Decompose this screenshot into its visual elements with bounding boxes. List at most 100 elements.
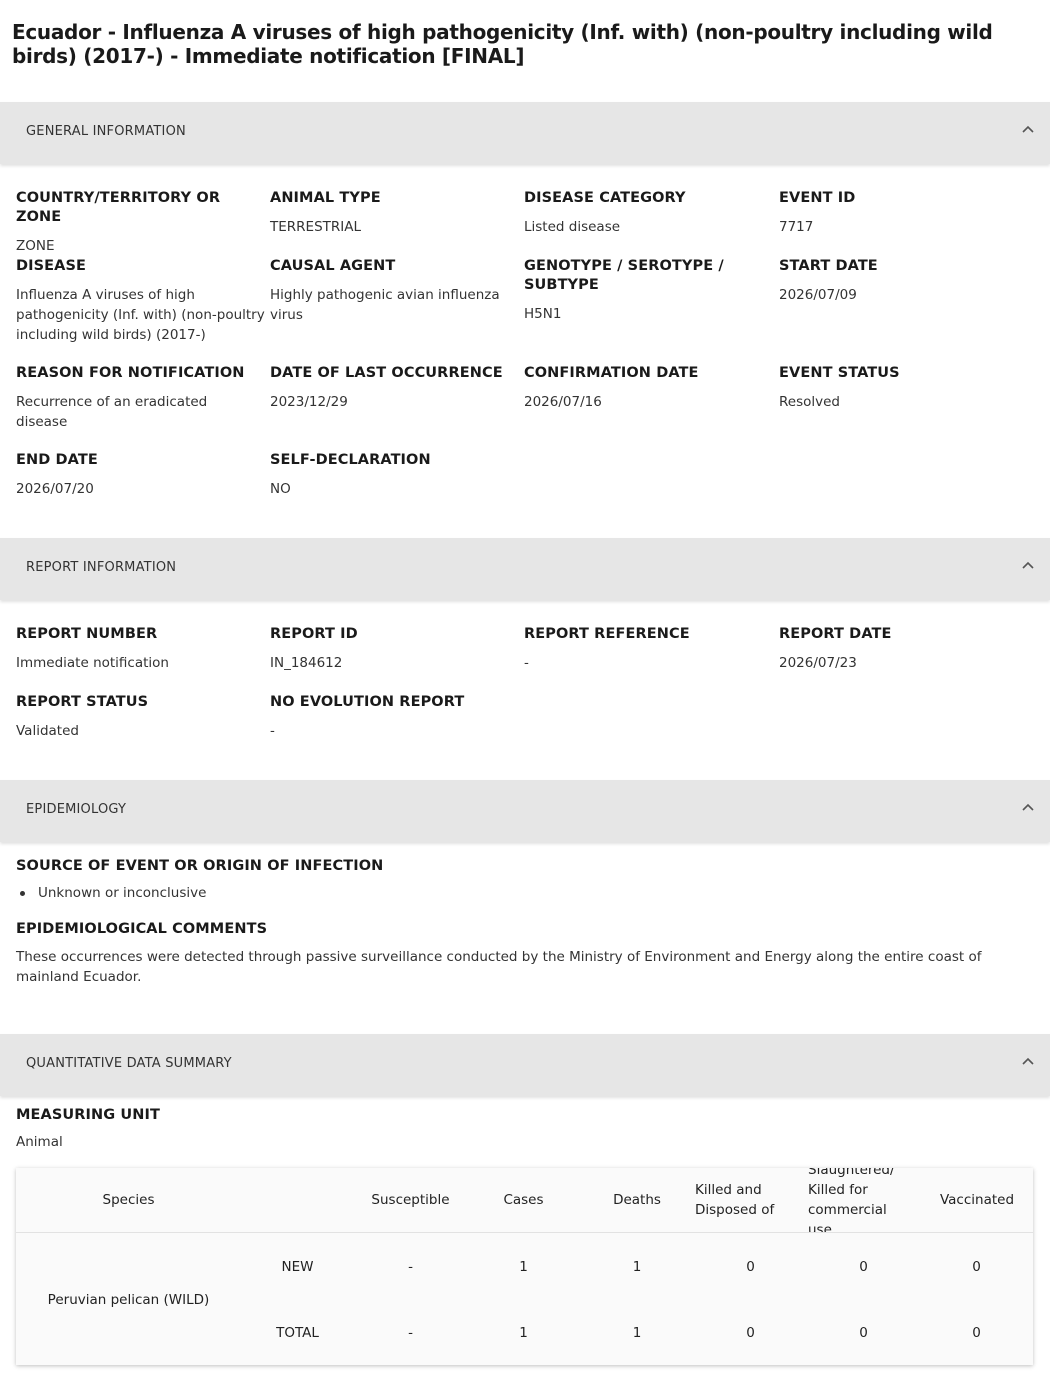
column-header-killed-disposed: Killed and Disposed of bbox=[695, 1182, 775, 1218]
field-label: SELF-DECLARATION bbox=[270, 452, 431, 468]
slaughtered-cell: 0 bbox=[859, 1259, 868, 1275]
field-label: END DATE bbox=[16, 452, 98, 468]
section-header-quantitative-data-summary[interactable]: QUANTITATIVE DATA SUMMARY bbox=[0, 1034, 1050, 1096]
column-header-cases: Cases bbox=[503, 1192, 544, 1208]
field-value: 7717 bbox=[779, 219, 814, 235]
field-label: REPORT DATE bbox=[779, 626, 892, 642]
field-label: EVENT ID bbox=[779, 190, 856, 206]
field-label: REPORT STATUS bbox=[16, 694, 149, 710]
column-header-species: Species bbox=[102, 1192, 155, 1208]
field-label: DATE OF LAST OCCURRENCE bbox=[270, 365, 503, 381]
cases-cell: 1 bbox=[519, 1325, 528, 1341]
field-no-evolution-report: NO EVOLUTION REPORT - bbox=[270, 693, 520, 741]
field-self-declaration: SELF-DECLARATION NO bbox=[270, 451, 520, 499]
field-label: NO EVOLUTION REPORT bbox=[270, 694, 465, 710]
field-label: REPORT NUMBER bbox=[16, 626, 158, 642]
section-header-general-information[interactable]: GENERAL INFORMATION bbox=[0, 102, 1050, 164]
field-report-id: REPORT ID IN_184612 bbox=[270, 625, 520, 673]
column-header-slaughtered: Slaughtered/ Killed for commercial use bbox=[808, 1168, 895, 1232]
field-value: Listed disease bbox=[524, 219, 621, 235]
header-divider bbox=[16, 1232, 1033, 1233]
slaughtered-cell: 0 bbox=[859, 1325, 868, 1341]
field-end-date: END DATE 2026/07/20 bbox=[16, 451, 266, 499]
killed-cell: 0 bbox=[746, 1325, 755, 1341]
field-event-status: EVENT STATUS Resolved bbox=[779, 364, 1029, 412]
field-label: DISEASE CATEGORY bbox=[524, 190, 686, 206]
field-label: GENOTYPE / SEROTYPE / SUBTYPE bbox=[524, 258, 724, 293]
field-event-id: EVENT ID 7717 bbox=[779, 189, 1029, 237]
field-causal-agent: CAUSAL AGENT Highly pathogenic avian inf… bbox=[270, 257, 520, 325]
vaccinated-cell: 0 bbox=[972, 1325, 981, 1341]
field-label: REPORT ID bbox=[270, 626, 358, 642]
field-start-date: START DATE 2026/07/09 bbox=[779, 257, 1029, 305]
chevron-up-icon[interactable] bbox=[1020, 122, 1036, 138]
field-label: REASON FOR NOTIFICATION bbox=[16, 365, 245, 381]
field-value: ZONE bbox=[16, 238, 55, 254]
section-title: GENERAL INFORMATION bbox=[26, 124, 186, 139]
field-label: ANIMAL TYPE bbox=[270, 190, 381, 206]
field-country: COUNTRY/TERRITORY OR ZONE ZONE bbox=[16, 189, 266, 256]
row-type-cell: TOTAL bbox=[276, 1325, 319, 1341]
field-value: IN_184612 bbox=[270, 655, 343, 671]
field-label: DISEASE bbox=[16, 258, 87, 274]
field-label: CAUSAL AGENT bbox=[270, 258, 396, 274]
vaccinated-cell: 0 bbox=[972, 1259, 981, 1275]
killed-cell: 0 bbox=[746, 1259, 755, 1275]
column-header-vaccinated: Vaccinated bbox=[939, 1192, 1015, 1208]
epidemiological-comments-label: EPIDEMIOLOGICAL COMMENTS bbox=[16, 921, 268, 937]
field-label: START DATE bbox=[779, 258, 878, 274]
row-type-cell: NEW bbox=[281, 1259, 314, 1275]
measuring-unit-value: Animal bbox=[16, 1134, 63, 1150]
field-confirmation-date: CONFIRMATION DATE 2026/07/16 bbox=[524, 364, 774, 412]
field-value: H5N1 bbox=[524, 306, 562, 322]
field-value: NO bbox=[270, 481, 291, 497]
field-value: 2026/07/20 bbox=[16, 481, 94, 497]
deaths-cell: 1 bbox=[632, 1325, 642, 1341]
field-report-date: REPORT DATE 2026/07/23 bbox=[779, 625, 1029, 673]
measuring-unit-label: MEASURING UNIT bbox=[16, 1107, 161, 1123]
field-label: CONFIRMATION DATE bbox=[524, 365, 699, 381]
field-report-status: REPORT STATUS Validated bbox=[16, 693, 266, 741]
field-value: 2026/07/16 bbox=[524, 394, 602, 410]
field-value: Immediate notification bbox=[16, 655, 169, 671]
field-value: - bbox=[270, 723, 275, 739]
field-report-reference: REPORT REFERENCE - bbox=[524, 625, 774, 673]
field-label: EVENT STATUS bbox=[779, 365, 900, 381]
field-disease: DISEASE Influenza A viruses of high path… bbox=[16, 257, 266, 345]
field-value: TERRESTRIAL bbox=[270, 219, 361, 235]
field-animal-type: ANIMAL TYPE TERRESTRIAL bbox=[270, 189, 520, 237]
chevron-up-icon[interactable] bbox=[1020, 800, 1036, 816]
column-header-susceptible: Susceptible bbox=[371, 1192, 450, 1208]
field-label: COUNTRY/TERRITORY OR ZONE bbox=[16, 190, 221, 225]
susceptible-cell: - bbox=[408, 1325, 413, 1341]
field-value: - bbox=[524, 655, 529, 671]
page-title: Ecuador - Influenza A viruses of high pa… bbox=[12, 20, 993, 68]
field-value: Highly pathogenic avian influenza virus bbox=[270, 287, 500, 323]
section-title: EPIDEMIOLOGY bbox=[26, 802, 127, 817]
field-date-of-last-occurrence: DATE OF LAST OCCURRENCE 2023/12/29 bbox=[270, 364, 520, 412]
list-item: Unknown or inconclusive bbox=[19, 885, 207, 901]
section-title: REPORT INFORMATION bbox=[26, 560, 177, 575]
quantitative-data-table: Species Susceptible Cases Deaths Killed … bbox=[16, 1168, 1033, 1365]
field-value: Recurrence of an eradicated disease bbox=[16, 394, 208, 430]
field-value: 2026/07/23 bbox=[779, 655, 857, 671]
chevron-up-icon[interactable] bbox=[1020, 558, 1036, 574]
section-title: QUANTITATIVE DATA SUMMARY bbox=[26, 1056, 232, 1071]
field-label: REPORT REFERENCE bbox=[524, 626, 690, 642]
chevron-up-icon[interactable] bbox=[1020, 1054, 1036, 1070]
column-header-deaths: Deaths bbox=[613, 1192, 661, 1208]
epidemiological-comments-text: These occurrences were detected through … bbox=[16, 949, 982, 985]
field-value: Validated bbox=[16, 723, 79, 739]
section-header-report-information[interactable]: REPORT INFORMATION bbox=[0, 538, 1050, 600]
field-value: Influenza A viruses of high pathogenicit… bbox=[16, 287, 265, 343]
field-disease-category: DISEASE CATEGORY Listed disease bbox=[524, 189, 774, 237]
field-reason-for-notification: REASON FOR NOTIFICATION Recurrence of an… bbox=[16, 364, 266, 432]
section-header-epidemiology[interactable]: EPIDEMIOLOGY bbox=[0, 780, 1050, 842]
cases-cell: 1 bbox=[519, 1259, 528, 1275]
field-value: Resolved bbox=[779, 394, 840, 410]
susceptible-cell: - bbox=[408, 1259, 413, 1275]
field-genotype: GENOTYPE / SEROTYPE / SUBTYPE H5N1 bbox=[524, 257, 744, 324]
species-cell: Peruvian pelican (WILD) bbox=[47, 1292, 210, 1308]
field-value: 2023/12/29 bbox=[270, 394, 348, 410]
field-value: 2026/07/09 bbox=[779, 287, 857, 303]
